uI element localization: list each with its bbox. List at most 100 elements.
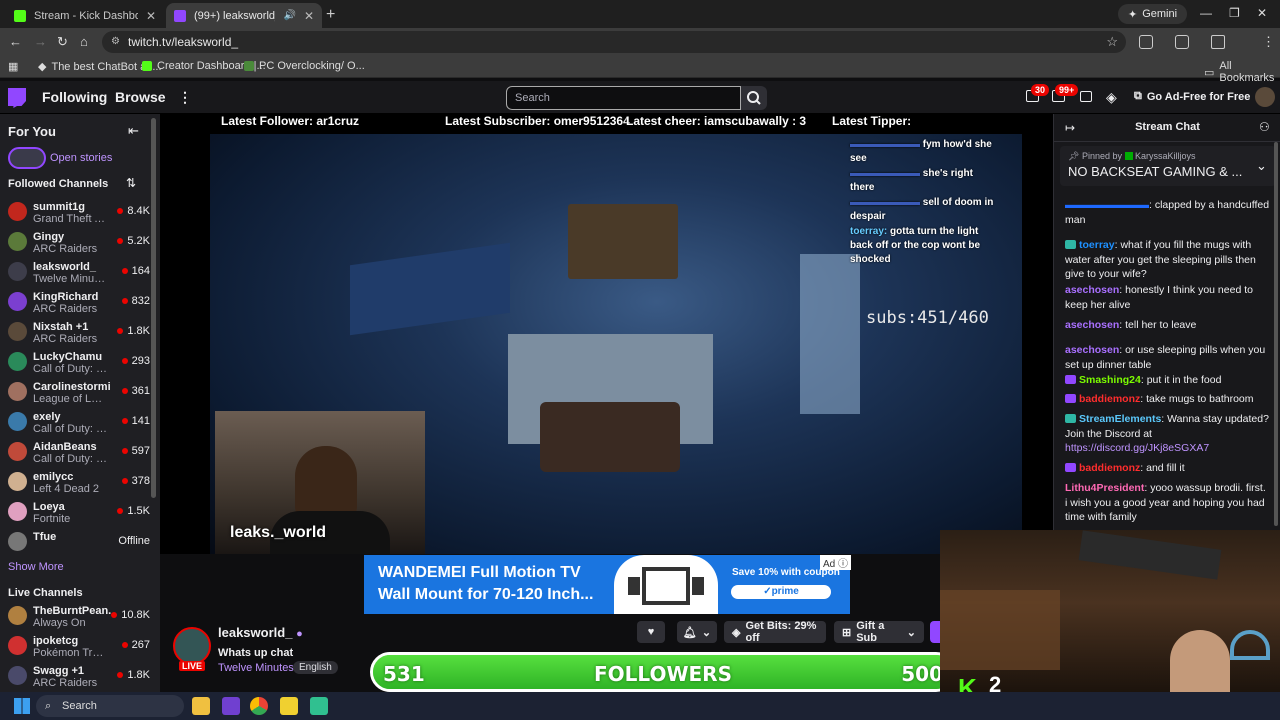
menu-kebab-icon[interactable]: ⋮ [1262,34,1275,50]
sidebar-channel-item[interactable]: Gingy ARC Raiders 5.2K [8,230,150,260]
sidebar-channel-item[interactable]: summit1g Grand Theft A... 8.4K [8,200,150,230]
sidebar-channel-item[interactable]: ipoketcg Pokémon Tradi... 267 [8,634,150,664]
chat-username[interactable]: baddiemonz [1079,462,1140,474]
open-stories-link[interactable]: Open stories [50,152,112,164]
site-info-icon[interactable]: ⚙ [111,31,120,53]
sort-icon[interactable]: ⇅ [126,176,136,190]
search-button[interactable] [741,86,767,110]
stream-category-link[interactable]: Twelve Minutes [218,662,294,674]
whispers-icon[interactable] [1080,91,1092,102]
channel-game: ARC Raiders [33,677,98,689]
notifications-bell-button[interactable]: 🔔︎ ⌄ [677,621,717,643]
nav-more-icon[interactable]: ⋮ [178,89,192,106]
taskbar-search[interactable]: ⌕ Search [36,695,184,717]
app-icon[interactable] [310,697,328,715]
expand-pinned-icon[interactable]: ⌄ [1256,158,1267,174]
nav-browse[interactable]: Browse [115,89,166,105]
ad-banner[interactable]: WANDEMEI Full Motion TV Wall Mount for 7… [364,555,850,615]
chat-title: Stream Chat [1135,121,1200,133]
sidebar-channel-item[interactable]: exely Call of Duty: W... 141 [8,410,150,440]
audio-playing-icon[interactable]: 🔊 [283,10,295,21]
windows-start-icon[interactable] [14,698,30,714]
sidebar-channel-item[interactable]: emilycc Left 4 Dead 2 378 [8,470,150,500]
get-bits-button[interactable]: ◈ Get Bits: 29% off [724,620,826,644]
apps-grid-icon[interactable]: ▦ [8,60,18,73]
chat-username[interactable]: Lithu4President [1065,482,1144,494]
stories-avatars[interactable] [8,147,46,169]
follow-heart-button[interactable]: ♥ [637,621,665,643]
chat-link[interactable]: https://discord.gg/JKj8eSGXA7 [1065,442,1209,454]
channel-name[interactable]: leaksworld_ ● [218,625,303,640]
go-ad-free-button[interactable]: ⧉ Go Ad-Free for Free [1134,90,1250,103]
channel-name: Tfue [33,531,57,543]
collapse-sidebar-icon[interactable]: ⇤ [128,123,139,139]
address-bar[interactable]: ⚙ twitch.tv/leaksworld_ ☆ [102,31,1126,53]
followers-goal-bar: 531 FOLLOWERS 500 [370,652,956,692]
bits-icon[interactable]: ◈ [1106,89,1117,106]
tab-twitch-leaksworld[interactable]: (99+) leaksworld_ - Twitch 🔊 ✕ [166,3,322,28]
language-tag[interactable]: English [293,661,338,674]
ad-prime-badge[interactable]: ✓prime [731,585,831,599]
close-window-button[interactable]: ✕ [1257,6,1267,20]
new-tab-button[interactable]: + [326,6,335,24]
viewer-count: 267 [121,639,150,651]
channel-game: Pokémon Tradi... [33,647,108,659]
browser-toolbar: ← → ↻ ⌂ ⚙ twitch.tv/leaksworld_ ☆ ⋮ [0,28,1280,76]
user-avatar[interactable] [1255,87,1275,107]
chat-username[interactable]: StreamElements [1079,413,1161,425]
app-icon[interactable] [222,697,240,715]
show-more-link[interactable]: Show More [8,561,64,573]
sidebar-channel-item[interactable]: AidanBeans Call of Duty: W... 597 [8,440,150,470]
ad-label[interactable]: Ad ⓘ [820,555,852,570]
subscribe-button[interactable] [930,621,940,643]
back-button[interactable]: ← [9,34,22,49]
sidebar-channel-item[interactable]: CarolinestormiLeague of Lege... 361 [8,380,150,410]
chat-username[interactable]: asechosen [1065,319,1119,331]
sidebar-channel-item[interactable]: KingRichard ARC Raiders 832 [8,290,150,320]
chat-username[interactable]: asechosen [1065,284,1119,296]
tab-kick-dashboard[interactable]: Stream - Kick Dashboard ✕ [6,3,164,28]
bookmark-pc-overclocking[interactable]: PC Overclocking/ O... [244,60,365,72]
chat-scrollbar[interactable] [1274,142,1278,526]
twitch-logo-icon[interactable] [8,88,26,108]
chat-username[interactable]: baddiemonz [1079,393,1140,405]
sidebar-channel-item[interactable]: Loeya Fortnite 1.5K [8,500,150,530]
viewer-count: 8.4K [117,205,150,217]
cast-icon[interactable] [1175,35,1189,49]
chat-username-redacted[interactable]: ▬▬▬▬▬▬▬▬ [1065,199,1149,211]
restore-button[interactable]: ❐ [1229,6,1240,20]
chat-username[interactable]: Smashing24 [1079,374,1141,386]
sidebar-channel-item[interactable]: Tfue Offline [8,530,150,560]
reload-button[interactable]: ↻ [57,34,68,50]
live-dot-icon [121,268,128,274]
chat-username[interactable]: asechosen [1065,344,1119,356]
sidebar-scrollbar[interactable] [151,118,156,498]
room-couch [540,402,680,472]
sticky-notes-icon[interactable] [280,697,298,715]
webcam-name-overlay: leaks._world [230,524,327,541]
minimize-button[interactable]: — [1200,6,1212,20]
chrome-icon[interactable] [250,697,268,715]
close-tab-icon[interactable]: ✕ [146,9,156,23]
close-tab-icon[interactable]: ✕ [304,9,314,23]
sidebar-channel-item[interactable]: Swagg +1 ARC Raiders 1.8K [8,664,150,692]
video-player[interactable]: Latest Follower: ar1cruz Latest Subscrib… [160,114,1053,554]
forward-button[interactable]: → [34,34,47,49]
extensions-icon[interactable] [1139,35,1153,49]
sidebar-channel-item[interactable]: Nixstah +1 ARC Raiders 1.8K [8,320,150,350]
file-explorer-icon[interactable] [192,697,210,715]
sidebar-channel-item[interactable]: TheBurntPean... Always On 10.8K [8,604,150,634]
gift-sub-button[interactable]: ⊞ Gift a Sub ⌄ [834,620,924,644]
search-input[interactable]: Search [506,86,741,110]
reading-list-icon[interactable] [1211,35,1225,49]
sidebar-channel-item[interactable]: LuckyChamu Call of Duty: W... 293 [8,350,150,380]
channel-avatar[interactable] [173,627,211,665]
nav-following[interactable]: Following [42,89,107,105]
chat-username[interactable]: toerray [1079,239,1115,251]
pinned-message[interactable]: 📌︎ Pinned by KaryssaKilljoys NO BACKSEAT… [1060,146,1276,186]
bookmark-star-icon[interactable]: ☆ [1106,31,1118,53]
sidebar-channel-item[interactable]: leaksworld_ Twelve Minutes 164 [8,260,150,290]
community-icon[interactable]: ⚇ [1259,120,1270,134]
gemini-button[interactable]: ✦ Gemini [1118,4,1188,24]
home-button[interactable]: ⌂ [80,34,88,49]
